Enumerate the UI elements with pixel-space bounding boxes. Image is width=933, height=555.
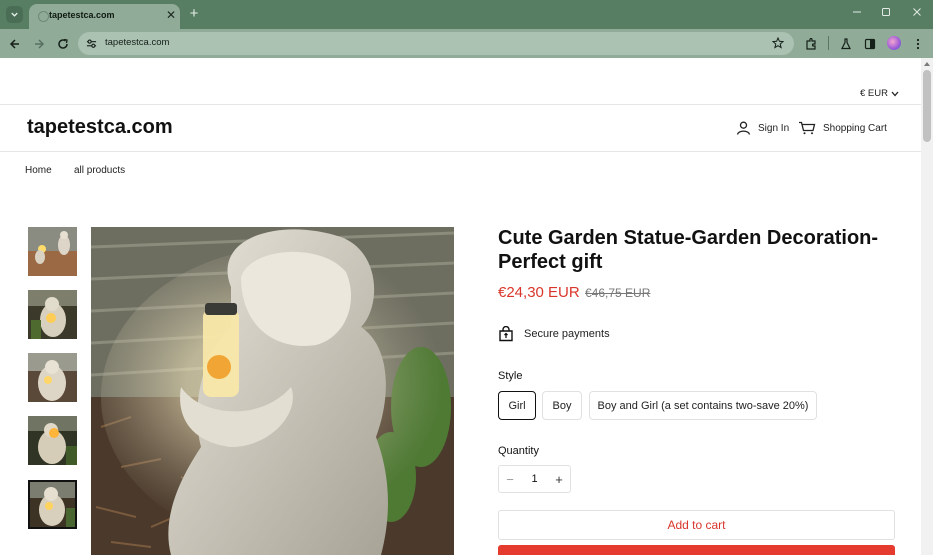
nav-all-products[interactable]: all products: [74, 165, 125, 176]
divider: [0, 151, 921, 152]
quantity-input[interactable]: 1: [521, 473, 548, 485]
scrollbar-thumb[interactable]: [923, 70, 931, 142]
shopping-cart-link[interactable]: Shopping Cart: [798, 121, 887, 135]
web-page: € EUR tapetestca.com Sign In Shopping Ca…: [0, 58, 921, 555]
tab-title: tapetestca.com: [49, 10, 115, 20]
buy-now-button[interactable]: [498, 545, 895, 555]
product-thumbnail[interactable]: [28, 227, 77, 276]
currency-label: € EUR: [860, 88, 888, 99]
minus-icon[interactable]: −: [499, 472, 521, 487]
page-scrollbar[interactable]: [921, 58, 933, 555]
store-logo[interactable]: tapetestca.com: [27, 116, 173, 139]
minimize-icon[interactable]: [849, 6, 865, 22]
browser-tab-bar: tapetestca.com ✕ +: [0, 0, 933, 29]
style-option-boy-and-girl[interactable]: Boy and Girl (a set contains two-save 20…: [589, 391, 817, 420]
kebab-menu-icon[interactable]: [909, 35, 927, 53]
quantity-stepper: − 1 +: [498, 465, 571, 493]
maximize-icon[interactable]: [878, 6, 894, 22]
add-to-cart-button[interactable]: Add to cart: [498, 510, 895, 540]
browser-toolbar: tapetestca.com: [0, 29, 933, 58]
style-option-boy[interactable]: Boy: [542, 391, 582, 420]
style-label: Style: [498, 370, 523, 382]
product-thumbnail-active[interactable]: [28, 480, 77, 529]
sale-price: €24,30 EUR: [498, 284, 580, 301]
currency-selector[interactable]: € EUR: [860, 88, 899, 99]
chevron-down-icon: [891, 91, 899, 96]
extensions-icon[interactable]: [802, 35, 820, 53]
side-panel-icon[interactable]: [861, 35, 879, 53]
product-main-image[interactable]: [91, 227, 454, 555]
url-text: tapetestca.com: [105, 37, 170, 48]
secure-payments-label: Secure payments: [524, 328, 610, 340]
forward-icon[interactable]: [30, 35, 48, 53]
product-thumbnail[interactable]: [28, 416, 77, 465]
compare-at-price: €46,75 EUR: [585, 286, 651, 300]
product-title: Cute Garden Statue-Garden Decoration-Per…: [498, 227, 879, 273]
back-icon[interactable]: [6, 35, 24, 53]
secure-payments-badge: Secure payments: [498, 326, 610, 342]
shopping-cart-label: Shopping Cart: [823, 122, 887, 134]
browser-tab[interactable]: tapetestca.com ✕: [29, 4, 180, 29]
sign-in-label: Sign In: [758, 122, 790, 134]
nav-home[interactable]: Home: [25, 165, 52, 176]
sign-in-link[interactable]: Sign In: [736, 121, 789, 135]
toolbar-separator: [828, 36, 829, 50]
quantity-label: Quantity: [498, 445, 539, 457]
close-icon[interactable]: ✕: [165, 8, 177, 22]
labs-icon[interactable]: [837, 35, 855, 53]
plus-icon[interactable]: +: [548, 472, 570, 487]
address-bar[interactable]: tapetestca.com: [78, 32, 794, 55]
cart-icon: [799, 121, 816, 135]
close-window-icon[interactable]: [909, 6, 925, 22]
favicon-icon: [38, 11, 49, 22]
scroll-up-icon[interactable]: [924, 62, 930, 66]
tab-search-icon[interactable]: [6, 6, 23, 23]
user-icon: [736, 121, 751, 135]
product-thumbnail[interactable]: [28, 353, 77, 402]
star-icon[interactable]: [770, 35, 786, 51]
style-option-girl[interactable]: Girl: [498, 391, 536, 420]
profile-avatar[interactable]: [887, 36, 901, 50]
plus-icon[interactable]: +: [186, 6, 202, 22]
reload-icon[interactable]: [54, 35, 72, 53]
product-thumbnail[interactable]: [28, 290, 77, 339]
site-info-icon[interactable]: [84, 36, 99, 51]
lock-bag-icon: [499, 326, 513, 342]
divider: [0, 104, 921, 105]
